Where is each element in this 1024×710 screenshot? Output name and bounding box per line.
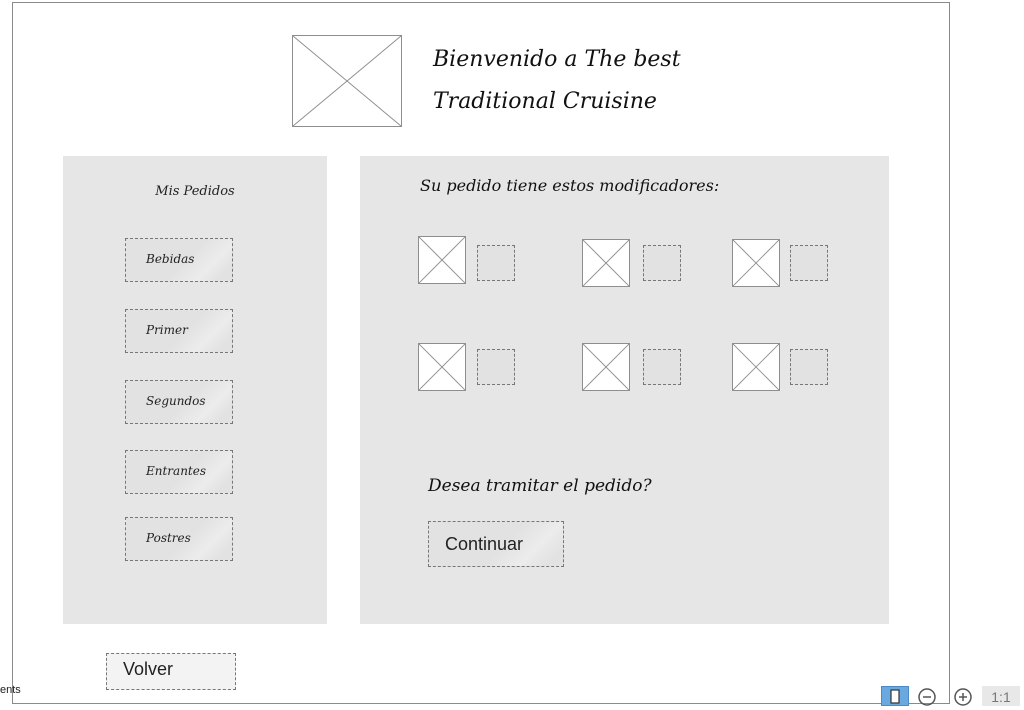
continue-button[interactable]: Continuar [428,521,564,567]
zoom-in-icon[interactable] [953,686,975,706]
modifier-checkbox[interactable] [790,245,828,281]
category-label: Entrantes [146,464,207,478]
modifier-image-icon [732,239,780,287]
continue-label: Continuar [445,534,524,554]
modifier-checkbox[interactable] [790,349,828,385]
page-icon[interactable] [881,686,909,706]
orders-sidebar: Mis Pedidos Bebidas Primer Segundos Entr… [63,156,327,624]
modifiers-title: Su pedido tiene estos modificadores: [420,176,720,195]
reset-zoom-button[interactable]: 1:1 [982,686,1020,706]
modifier-checkbox[interactable] [477,349,515,385]
elements-label: ents [0,684,21,696]
category-label: Segundos [146,394,206,408]
zoom-toolbar: 1:1 [881,686,1024,706]
modifier-checkbox[interactable] [643,245,681,281]
category-button-postres[interactable]: Postres [125,517,233,561]
image-placeholder-icon [292,35,402,127]
title-line-2: Traditional Cruisine [433,89,657,114]
modifier-image-icon [732,343,780,391]
category-button-segundos[interactable]: Segundos [125,380,233,424]
modifier-image-icon [418,343,466,391]
page-title: Bienvenido a The best Traditional Cruisi… [433,39,733,123]
zoom-out-icon[interactable] [917,686,937,706]
order-modifiers-panel: Su pedido tiene estos modificadores: Des… [360,156,889,624]
modifier-checkbox[interactable] [477,245,515,281]
category-button-entrantes[interactable]: Entrantes [125,450,233,494]
modifier-checkbox[interactable] [643,349,681,385]
sidebar-title: Mis Pedidos [155,184,235,199]
mockup-canvas: Bienvenido a The best Traditional Cruisi… [12,2,950,704]
category-button-bebidas[interactable]: Bebidas [125,238,233,282]
modifier-image-icon [418,236,466,284]
confirm-question: Desea tramitar el pedido? [428,476,652,496]
category-label: Postres [146,531,191,545]
category-button-primer[interactable]: Primer [125,309,233,353]
category-label: Bebidas [146,252,195,266]
category-label: Primer [146,323,188,337]
modifier-image-icon [582,239,630,287]
back-label: Volver [123,659,174,679]
modifier-image-icon [582,343,630,391]
title-line-1: Bienvenido a The best [433,47,681,72]
back-button[interactable]: Volver [106,653,236,690]
